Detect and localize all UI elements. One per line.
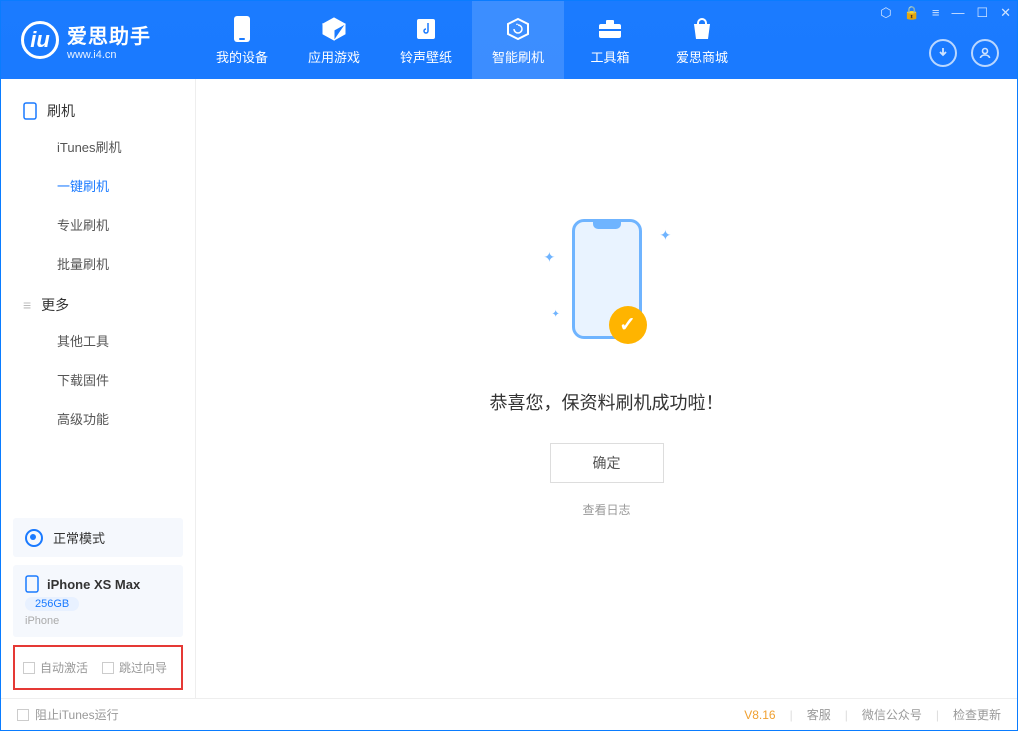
footer-link-update[interactable]: 检查更新 — [953, 706, 1001, 723]
toolbox-icon — [596, 15, 624, 43]
logo-icon: iu — [21, 21, 59, 59]
sidebar-group-flash: 刷机 — [1, 89, 195, 127]
app-url: www.i4.cn — [67, 49, 151, 61]
header: iu 爱思助手 www.i4.cn 我的设备 应用游戏 铃声壁纸 智能刷机 — [1, 1, 1017, 79]
maximize-button[interactable]: ☐ — [976, 5, 988, 21]
tab-my-device[interactable]: 我的设备 — [196, 1, 288, 79]
sidebar-group-more: ≡ 更多 — [1, 283, 195, 321]
window-controls: ⬡ 🔒 ≡ — ☐ ✕ — [880, 5, 1011, 21]
app-window: iu 爱思助手 www.i4.cn 我的设备 应用游戏 铃声壁纸 智能刷机 — [0, 0, 1018, 731]
body: 刷机 iTunes刷机 一键刷机 专业刷机 批量刷机 ≡ 更多 其他工具 下载固… — [1, 79, 1017, 698]
tab-label: 我的设备 — [216, 47, 268, 66]
sidebar: 刷机 iTunes刷机 一键刷机 专业刷机 批量刷机 ≡ 更多 其他工具 下载固… — [1, 79, 196, 698]
device-storage: 256GB — [25, 597, 79, 611]
checkbox-block-itunes[interactable]: 阻止iTunes运行 — [17, 706, 119, 723]
tab-smart-flash[interactable]: 智能刷机 — [472, 1, 564, 79]
mode-icon — [25, 529, 43, 547]
checkbox-label: 自动激活 — [40, 659, 88, 676]
phone-icon: ✓ — [572, 219, 642, 339]
tab-label: 工具箱 — [590, 47, 629, 66]
device-icon — [23, 102, 37, 120]
checkbox-label: 跳过向导 — [119, 659, 167, 676]
version-label: V8.16 — [744, 708, 775, 722]
download-icon[interactable] — [929, 39, 957, 67]
shirt-icon[interactable]: ⬡ — [880, 5, 891, 21]
sidebar-item-itunes-flash[interactable]: iTunes刷机 — [1, 127, 195, 166]
sparkle-icon: ✦ — [660, 227, 668, 235]
tab-apps-games[interactable]: 应用游戏 — [288, 1, 380, 79]
device-type: iPhone — [25, 615, 171, 627]
sidebar-item-download-firmware[interactable]: 下载固件 — [1, 360, 195, 399]
device-mode-row[interactable]: 正常模式 — [13, 518, 183, 557]
success-illustration: ✦ ✦ ✦ ✓ — [552, 209, 662, 359]
sidebar-item-pro-flash[interactable]: 专业刷机 — [1, 205, 195, 244]
footer-link-wechat[interactable]: 微信公众号 — [862, 706, 922, 723]
success-panel: ✦ ✦ ✦ ✓ 恭喜您，保资料刷机成功啦！ 确定 查看日志 — [490, 209, 724, 519]
ok-button[interactable]: 确定 — [550, 443, 664, 483]
cube-icon — [320, 15, 348, 43]
tab-label: 爱思商城 — [676, 47, 728, 66]
tab-store[interactable]: 爱思商城 — [656, 1, 748, 79]
app-title: 爱思助手 — [67, 20, 151, 49]
view-log-link[interactable]: 查看日志 — [582, 503, 630, 517]
tab-toolbox[interactable]: 工具箱 — [564, 1, 656, 79]
device-mode: 正常模式 — [53, 528, 105, 547]
bag-icon — [688, 15, 716, 43]
phone-icon — [228, 15, 256, 43]
menu-icon[interactable]: ≡ — [932, 5, 940, 21]
device-info-row[interactable]: iPhone XS Max 256GB iPhone — [13, 565, 183, 637]
checkbox-auto-activate[interactable]: 自动激活 — [23, 659, 88, 676]
logo: iu 爱思助手 www.i4.cn — [1, 1, 196, 79]
options-highlight: 自动激活 跳过向导 — [13, 645, 183, 690]
tab-label: 铃声壁纸 — [400, 47, 452, 66]
check-badge-icon: ✓ — [609, 306, 647, 344]
list-icon: ≡ — [23, 297, 31, 313]
main-content: ✦ ✦ ✦ ✓ 恭喜您，保资料刷机成功啦！ 确定 查看日志 — [196, 79, 1017, 698]
lock-icon[interactable]: 🔒 — [904, 5, 920, 21]
device-panel: 正常模式 iPhone XS Max 256GB iPhone — [1, 508, 195, 645]
footer-link-support[interactable]: 客服 — [807, 706, 831, 723]
sidebar-item-oneclick-flash[interactable]: 一键刷机 — [1, 166, 195, 205]
success-message: 恭喜您，保资料刷机成功啦！ — [490, 389, 724, 415]
sidebar-item-other-tools[interactable]: 其他工具 — [1, 321, 195, 360]
sidebar-item-advanced[interactable]: 高级功能 — [1, 399, 195, 438]
footer: 阻止iTunes运行 V8.16 | 客服 | 微信公众号 | 检查更新 — [1, 698, 1017, 730]
sparkle-icon: ✦ — [552, 309, 560, 317]
user-icon[interactable] — [971, 39, 999, 67]
tab-ringtones[interactable]: 铃声壁纸 — [380, 1, 472, 79]
tab-label: 智能刷机 — [492, 47, 544, 66]
device-name: iPhone XS Max — [47, 577, 140, 592]
tab-label: 应用游戏 — [308, 47, 360, 66]
refresh-icon — [504, 15, 532, 43]
music-icon — [412, 15, 440, 43]
minimize-button[interactable]: — — [951, 5, 964, 21]
sparkle-icon: ✦ — [544, 249, 552, 257]
group-title: 更多 — [41, 295, 69, 315]
phone-small-icon — [25, 575, 39, 593]
checkbox-label: 阻止iTunes运行 — [35, 706, 119, 723]
header-right — [929, 39, 999, 67]
group-title: 刷机 — [47, 101, 75, 121]
sidebar-item-batch-flash[interactable]: 批量刷机 — [1, 244, 195, 283]
close-button[interactable]: ✕ — [1000, 5, 1011, 21]
checkbox-skip-guide[interactable]: 跳过向导 — [102, 659, 167, 676]
